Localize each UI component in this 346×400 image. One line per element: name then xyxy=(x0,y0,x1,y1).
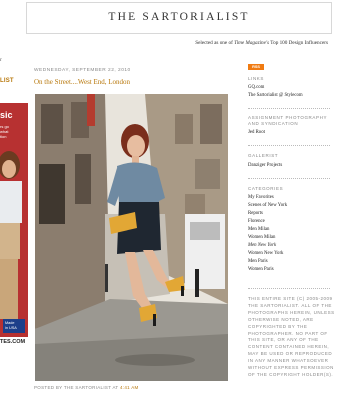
post-title[interactable]: On the Street....West End, London xyxy=(34,78,130,86)
ad-subtext: rs go what tion xyxy=(0,124,9,139)
post-footer-label: POSTED BY THE SARTORIALIST AT xyxy=(34,385,119,390)
category-item[interactable]: Women Milan xyxy=(248,234,275,242)
categories-heading: CATEGORIES xyxy=(248,186,284,191)
street-photo[interactable] xyxy=(35,94,228,381)
site-header: THE SARTORIALIST xyxy=(26,2,332,34)
assignment-heading: ASSIGNMENT PHOTOGRAPHY AND SYNDICATION xyxy=(248,115,327,127)
category-item[interactable]: Women New York xyxy=(248,250,283,258)
tagline-prefix: Selected as one of xyxy=(195,40,233,46)
ad-badge: Made in USA xyxy=(3,319,25,333)
post-permalink-time[interactable]: 4:41 AM xyxy=(120,385,139,390)
category-item[interactable]: Reports xyxy=(248,210,263,218)
category-item[interactable]: Women Paris xyxy=(248,266,274,274)
category-item[interactable]: Men Milan xyxy=(248,226,269,234)
category-item[interactable]: Men New York xyxy=(248,242,276,250)
category-item[interactable]: Scenes of New York xyxy=(248,202,287,210)
post-footer: POSTED BY THE SARTORIALIST AT 4:41 AM xyxy=(34,385,139,390)
tagline-magazine: Time Magazine's xyxy=(234,40,270,46)
rss-feed-icon[interactable]: RSS xyxy=(248,64,264,70)
category-item[interactable]: My Favorites xyxy=(248,194,274,202)
left-column-link[interactable]: LIST xyxy=(0,78,14,84)
site-tagline: Selected as one of Time Magazine's Top 1… xyxy=(195,40,328,46)
links-heading: LINKS xyxy=(248,76,265,81)
ad-model-image xyxy=(0,151,22,319)
sidebar-divider xyxy=(248,178,330,179)
category-item[interactable]: Men Paris xyxy=(248,258,268,266)
tagline-suffix: Top 100 Design Influencers xyxy=(270,40,328,46)
post-date: WEDNESDAY, SEPTEMBER 22, 2010 xyxy=(34,68,131,73)
sidebar-divider xyxy=(248,288,330,289)
copyright-notice: THIS ENTIRE SITE (C) 2005-2009 THE SARTO… xyxy=(248,296,335,377)
sidebar-link-danziger[interactable]: Danziger Projects xyxy=(248,162,282,170)
gallerist-heading: GALLERIST xyxy=(248,153,279,158)
sidebar-link-jed-root[interactable]: Jed Root xyxy=(248,129,265,137)
site-title[interactable]: THE SARTORIALIST xyxy=(27,11,331,23)
sidebar-divider xyxy=(248,108,330,109)
category-item[interactable]: Florence xyxy=(248,218,265,226)
sidebar-link-style[interactable]: The Sartorialist @ Stylecom xyxy=(248,92,303,100)
advertisement-banner[interactable]: sic rs go what tion Made in USA xyxy=(0,103,28,337)
sidebar-link-gq[interactable]: GQ.com xyxy=(248,84,264,92)
ad-headline: sic xyxy=(0,110,13,120)
sidebar-divider xyxy=(248,145,330,146)
left-nav-label: r xyxy=(0,57,2,63)
photo-image xyxy=(35,94,228,381)
ad-url[interactable]: TES.COM xyxy=(0,339,25,345)
